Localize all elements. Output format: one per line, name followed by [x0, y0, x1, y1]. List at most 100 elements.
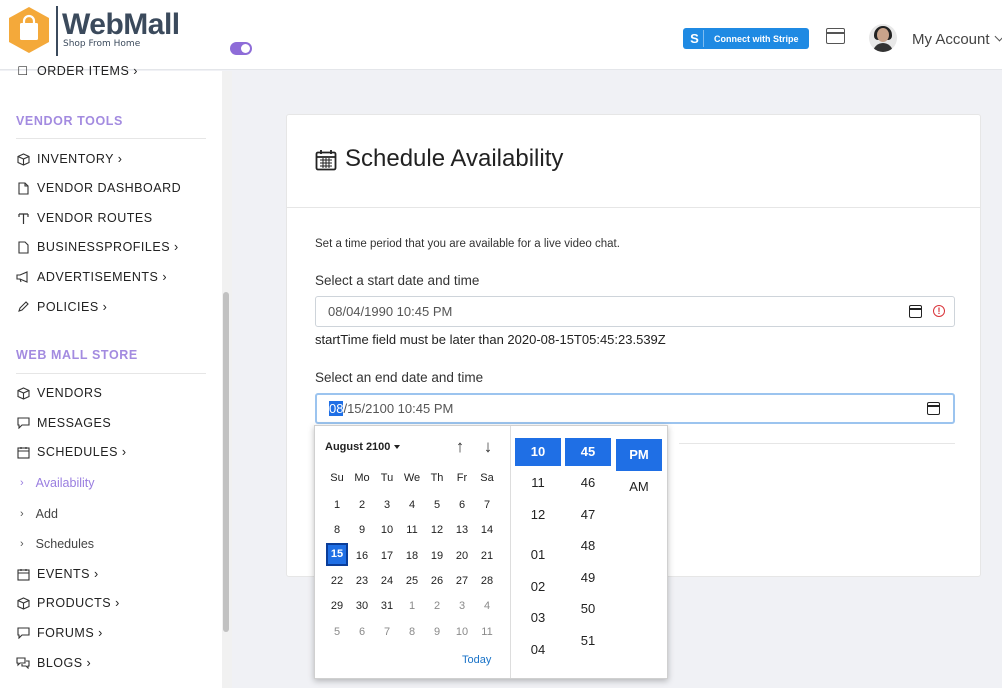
- ampm-option-selected[interactable]: PM: [616, 439, 662, 471]
- calendar-day[interactable]: 14: [476, 524, 498, 536]
- avatar[interactable]: [869, 24, 897, 52]
- logo-bag-icon[interactable]: [8, 6, 50, 54]
- sidebar-item-vendor-routes[interactable]: VENDOR ROUTES: [16, 211, 153, 225]
- theme-toggle[interactable]: [230, 42, 252, 55]
- sidebar-item-policies[interactable]: POLICIES ›: [16, 300, 107, 314]
- connect-stripe-button[interactable]: S Connect with Stripe: [683, 28, 809, 49]
- arrow-up-icon[interactable]: ↑: [452, 438, 468, 456]
- calendar-day[interactable]: 10: [376, 524, 398, 536]
- calendar-day[interactable]: 6: [351, 626, 373, 638]
- sidebar-item-advertisements[interactable]: ADVERTISEMENTS ›: [16, 270, 167, 284]
- minute-option[interactable]: 51: [565, 633, 611, 648]
- caret-down-icon[interactable]: [394, 445, 400, 449]
- top-header: WebMall Shop From Home S Connect with St…: [0, 0, 1002, 70]
- calendar-day[interactable]: 30: [351, 600, 373, 612]
- calendar-picker-icon[interactable]: [909, 305, 922, 318]
- minute-option[interactable]: 46: [565, 475, 611, 490]
- calendar-day[interactable]: 26: [426, 575, 448, 587]
- calendar-day[interactable]: 3: [376, 499, 398, 511]
- minute-option-selected[interactable]: 45: [565, 438, 611, 466]
- calendar-day[interactable]: 13: [451, 524, 473, 536]
- calendar-day[interactable]: 22: [326, 575, 348, 587]
- end-datetime-month-segment[interactable]: 08: [329, 401, 344, 416]
- calendar-day[interactable]: 12: [426, 524, 448, 536]
- sidebar-item-businessprofiles[interactable]: BUSINESSPROFILES ›: [16, 240, 179, 254]
- calendar-day[interactable]: 19: [426, 550, 448, 562]
- calendar-day[interactable]: 4: [401, 499, 423, 511]
- start-datetime-value: 08/04/1990 10:45 PM: [328, 304, 453, 319]
- calendar-day[interactable]: 25: [401, 575, 423, 587]
- sidebar-item-events[interactable]: EVENTS ›: [16, 567, 99, 581]
- calendar-day[interactable]: 29: [326, 600, 348, 612]
- hour-option[interactable]: 11: [515, 475, 561, 490]
- calendar-day[interactable]: 28: [476, 575, 498, 587]
- section-divider: [16, 138, 206, 139]
- hour-option[interactable]: 01: [515, 547, 561, 562]
- chevron-down-icon[interactable]: [994, 31, 1002, 42]
- calendar-day[interactable]: 17: [376, 550, 398, 562]
- calendar-day[interactable]: 7: [376, 626, 398, 638]
- calendar-day[interactable]: 3: [451, 600, 473, 612]
- calendar-day[interactable]: 1: [326, 499, 348, 511]
- sidebar-subitem-schedules[interactable]: › Schedules: [20, 537, 94, 551]
- calendar-day[interactable]: 5: [426, 499, 448, 511]
- calendar-day[interactable]: 4: [476, 600, 498, 612]
- today-button[interactable]: Today: [462, 654, 491, 666]
- calendar-day[interactable]: 7: [476, 499, 498, 511]
- minute-option[interactable]: 48: [565, 538, 611, 553]
- calendar-day[interactable]: 11: [401, 524, 423, 536]
- calendar-day-selected[interactable]: 15: [326, 543, 348, 566]
- minute-option[interactable]: 47: [565, 507, 611, 522]
- sidebar-item-order-items[interactable]: ☐ ORDER ITEMS ›: [16, 64, 138, 78]
- minute-option[interactable]: 50: [565, 601, 611, 616]
- sidebar-item-blogs[interactable]: BLOGS ›: [16, 656, 91, 670]
- sidebar-item-inventory[interactable]: INVENTORY ›: [16, 152, 122, 166]
- calendar-day[interactable]: 11: [476, 626, 498, 638]
- box-icon: ☐: [17, 64, 29, 78]
- calendar-day[interactable]: 9: [351, 524, 373, 536]
- calendar-picker-icon[interactable]: [927, 402, 940, 415]
- document-icon: [16, 181, 30, 195]
- hour-option[interactable]: 03: [515, 610, 561, 625]
- calendar-day[interactable]: 8: [326, 524, 348, 536]
- sidebar-item-vendors[interactable]: VENDORS: [16, 386, 102, 400]
- hour-option[interactable]: 12: [515, 507, 561, 522]
- hour-option[interactable]: 04: [515, 642, 561, 657]
- sidebar-item-vendor-dashboard[interactable]: VENDOR DASHBOARD: [16, 181, 181, 195]
- calendar-day[interactable]: 6: [451, 499, 473, 511]
- calendar-day[interactable]: 8: [401, 626, 423, 638]
- arrow-down-icon[interactable]: ↓: [480, 438, 496, 456]
- sidebar-item-products[interactable]: PRODUCTS ›: [16, 596, 120, 610]
- sidebar-scroll-thumb[interactable]: [223, 292, 229, 632]
- sidebar-subitem-availability[interactable]: › Availability: [20, 476, 95, 490]
- calendar-day[interactable]: 23: [351, 575, 373, 587]
- minute-option[interactable]: 49: [565, 570, 611, 585]
- calendar-day[interactable]: 16: [351, 550, 373, 562]
- my-account-menu[interactable]: My Account: [912, 31, 990, 48]
- sidebar-item-messages[interactable]: MESSAGES: [16, 416, 111, 430]
- start-datetime-input[interactable]: 08/04/1990 10:45 PM !: [315, 296, 955, 327]
- calendar-day[interactable]: 31: [376, 600, 398, 612]
- calendar-day[interactable]: 21: [476, 550, 498, 562]
- calendar-day[interactable]: 27: [451, 575, 473, 587]
- calendar-day[interactable]: 9: [426, 626, 448, 638]
- calendar-day[interactable]: 18: [401, 550, 423, 562]
- credit-card-icon[interactable]: [826, 28, 845, 44]
- month-year-select[interactable]: August 2100: [325, 441, 390, 453]
- logo-title[interactable]: WebMall: [62, 8, 180, 42]
- ampm-option[interactable]: AM: [616, 479, 662, 494]
- calendar-day[interactable]: 5: [326, 626, 348, 638]
- calendar-day[interactable]: 1: [401, 600, 423, 612]
- sidebar-subitem-add[interactable]: › Add: [20, 507, 58, 521]
- calendar-day[interactable]: 2: [426, 600, 448, 612]
- sidebar-item-schedules[interactable]: SCHEDULES ›: [16, 445, 127, 459]
- calendar-day[interactable]: 20: [451, 550, 473, 562]
- calendar-day[interactable]: 24: [376, 575, 398, 587]
- hour-option[interactable]: 02: [515, 579, 561, 594]
- start-date-label: Select a start date and time: [315, 273, 480, 288]
- calendar-day[interactable]: 10: [451, 626, 473, 638]
- sidebar-item-forums[interactable]: FORUMS ›: [16, 626, 103, 640]
- hour-option-selected[interactable]: 10: [515, 438, 561, 466]
- end-datetime-input[interactable]: 08/15/2100 10:45 PM: [315, 393, 955, 424]
- calendar-day[interactable]: 2: [351, 499, 373, 511]
